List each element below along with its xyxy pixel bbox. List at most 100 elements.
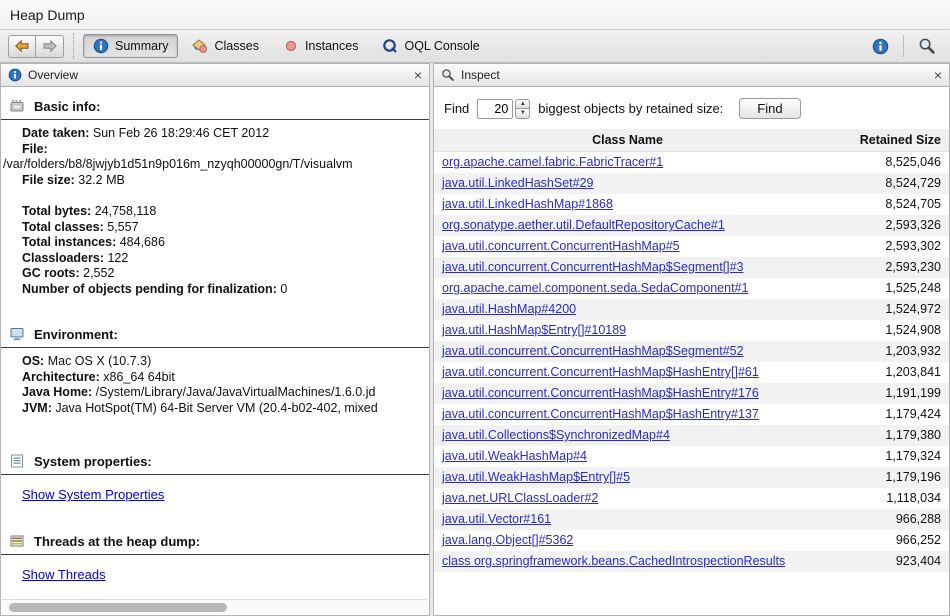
overview-horizontal-scrollbar[interactable] — [2, 599, 428, 614]
system-properties-icon — [11, 454, 23, 468]
window-title-bar: Heap Dump — [0, 0, 950, 30]
class-name-link[interactable]: java.util.concurrent.ConcurrentHashMap$H… — [442, 365, 759, 379]
heap-info-button[interactable] — [865, 34, 895, 58]
retained-size-cell: 923,404 — [821, 550, 949, 572]
file-size-line: File size: 32.2 MB — [22, 172, 125, 187]
toolbar-right-group — [865, 34, 942, 58]
overview-scrollbar-thumb[interactable] — [9, 603, 227, 612]
show-system-properties-link[interactable]: Show System Properties — [22, 487, 164, 502]
inspect-panel: Inspect × Find ▲ ▼ biggest objects by re… — [433, 63, 950, 616]
class-name-link[interactable]: java.util.HashMap$Entry[]#10189 — [442, 323, 626, 337]
file-label-line: File: — [22, 141, 48, 156]
retained-size-cell: 1,179,380 — [821, 424, 949, 446]
overview-line: JVM: Java HotSpot(TM) 64-Bit Server VM (… — [22, 400, 378, 415]
instances-icon — [285, 40, 297, 52]
overview-line: Total bytes: 24,758,118 — [22, 204, 157, 218]
tab-instances[interactable]: Instances — [273, 34, 369, 58]
tab-oql-console[interactable]: OQL Console — [372, 34, 489, 58]
inspect-panel-title: Inspect — [461, 68, 500, 82]
overview-line: Number of objects pending for finalizati… — [22, 281, 288, 296]
class-name-link[interactable]: java.util.Vector#161 — [442, 512, 551, 526]
class-name-link[interactable]: java.util.concurrent.ConcurrentHashMap#5 — [442, 239, 680, 253]
totals-block: Total bytes: 24,758,118 Total classes: 5… — [1, 204, 429, 297]
class-name-link[interactable]: java.util.LinkedHashMap#1868 — [442, 197, 613, 211]
table-row: java.util.concurrent.ConcurrentHashMap$H… — [434, 404, 949, 425]
table-row: java.util.LinkedHashSet#29 8,524,729 — [434, 172, 949, 194]
overview-line: GC roots: 2,552 — [22, 266, 115, 280]
overview-panel-title: Overview — [28, 68, 79, 82]
tab-classes[interactable]: Classes — [182, 34, 268, 58]
table-row: java.util.WeakHashMap#4 1,179,324 — [434, 446, 949, 467]
table-header-row: Class Name Retained Size — [434, 129, 949, 152]
spinner-up-icon[interactable]: ▲ — [515, 98, 531, 109]
retained-size-cell: 1,179,424 — [885, 407, 941, 421]
class-name-link[interactable]: java.util.concurrent.ConcurrentHashMap$S… — [442, 344, 744, 358]
class-name-link[interactable]: java.util.Collections$SynchronizedMap#4 — [442, 428, 670, 442]
forward-button[interactable] — [36, 34, 64, 58]
find-caption: biggest objects by retained size: — [538, 101, 724, 116]
retained-size-cell: 1,179,196 — [821, 466, 949, 488]
toolbar-separator — [73, 33, 74, 59]
overview-line: Architecture: x86_64 64bit — [22, 369, 175, 384]
toolbar-right-separator — [903, 35, 904, 57]
tab-summary[interactable]: Summary — [83, 34, 179, 58]
retained-size-cell: 2,593,230 — [821, 256, 949, 278]
table-row: java.util.WeakHashMap$Entry[]#5 1,179,19… — [434, 466, 949, 488]
classes-icon — [192, 39, 208, 53]
show-threads-link[interactable]: Show Threads — [22, 567, 106, 582]
environment-icon — [10, 328, 24, 341]
table-row: java.util.HashMap$Entry[]#10189 1,524,90… — [434, 320, 949, 341]
overview-content: Basic info: Date taken: Sun Feb 26 18:29… — [1, 87, 429, 615]
overview-panel-header: Overview × — [1, 64, 429, 87]
column-header-retained-size[interactable]: Retained Size — [821, 129, 949, 152]
find-count-spinner: ▲ ▼ — [515, 98, 531, 119]
find-count-input[interactable] — [477, 98, 514, 119]
environment-heading: Environment: — [1, 319, 429, 348]
table-row: java.lang.Object[]#5362 966,252 — [434, 530, 949, 551]
column-header-class-name[interactable]: Class Name — [434, 129, 821, 152]
table-row: org.sonatype.aether.util.DefaultReposito… — [434, 214, 949, 236]
table-row: java.util.concurrent.ConcurrentHashMap$H… — [434, 382, 949, 404]
class-name-link[interactable]: class org.springframework.beans.CachedIn… — [442, 554, 785, 568]
search-icon — [919, 38, 935, 54]
table-row: java.util.concurrent.ConcurrentHashMap$S… — [434, 340, 949, 362]
retained-size-cell: 966,288 — [821, 508, 949, 530]
class-name-link[interactable]: java.util.concurrent.ConcurrentHashMap$H… — [442, 407, 759, 421]
tab-instances-label: Instances — [304, 39, 359, 53]
table-row: java.util.Vector#161 966,288 — [434, 508, 949, 530]
retained-size-cell: 2,593,326 — [821, 214, 949, 236]
summary-info-icon — [93, 38, 109, 54]
class-name-link[interactable]: java.lang.Object[]#5362 — [442, 533, 573, 547]
class-name-link[interactable]: org.apache.camel.fabric.FabricTracer#1 — [442, 155, 663, 169]
retained-size-cell: 1,524,972 — [821, 298, 949, 320]
find-button[interactable]: Find — [739, 98, 801, 119]
retained-size-cell: 1,525,248 — [885, 281, 941, 295]
class-name-link[interactable]: java.net.URLClassLoader#2 — [442, 491, 598, 505]
overview-info-icon — [8, 68, 22, 82]
retained-size-cell: 1,524,908 — [885, 323, 941, 337]
class-name-link[interactable]: java.util.HashMap#4200 — [442, 302, 576, 316]
inspect-panel-header: Inspect × — [434, 64, 949, 87]
class-name-link[interactable]: java.util.concurrent.ConcurrentHashMap$H… — [442, 386, 759, 400]
retained-size-cell: 8,525,046 — [885, 155, 941, 170]
inspect-close-icon[interactable]: × — [934, 68, 942, 82]
retained-size-cell: 1,179,324 — [885, 449, 941, 463]
search-button[interactable] — [912, 34, 942, 58]
back-button[interactable] — [8, 34, 36, 58]
class-name-link[interactable]: java.util.WeakHashMap$Entry[]#5 — [442, 470, 630, 484]
class-name-link[interactable]: java.util.LinkedHashSet#29 — [442, 176, 594, 190]
class-name-link[interactable]: java.util.WeakHashMap#4 — [442, 449, 587, 463]
class-name-link[interactable]: org.apache.camel.component.seda.SedaComp… — [442, 281, 748, 295]
class-name-link[interactable]: java.util.concurrent.ConcurrentHashMap$S… — [442, 260, 744, 274]
spinner-down-icon[interactable]: ▼ — [515, 108, 531, 119]
overview-close-icon[interactable]: × — [414, 68, 422, 82]
overview-line: OS: Mac OS X (10.7.3) — [22, 354, 152, 368]
table-row: java.util.concurrent.ConcurrentHashMap$H… — [434, 362, 949, 383]
table-row: java.net.URLClassLoader#2 1,118,034 — [434, 488, 949, 509]
retained-size-cell: 8,524,729 — [821, 172, 949, 194]
find-row: Find ▲ ▼ biggest objects by retained siz… — [434, 87, 949, 129]
class-name-link[interactable]: org.sonatype.aether.util.DefaultReposito… — [442, 218, 725, 232]
overview-line: Total instances: 484,686 — [22, 235, 165, 249]
table-body: org.apache.camel.fabric.FabricTracer#1 8… — [434, 152, 949, 572]
retained-size-cell: 1,191,199 — [821, 382, 949, 404]
